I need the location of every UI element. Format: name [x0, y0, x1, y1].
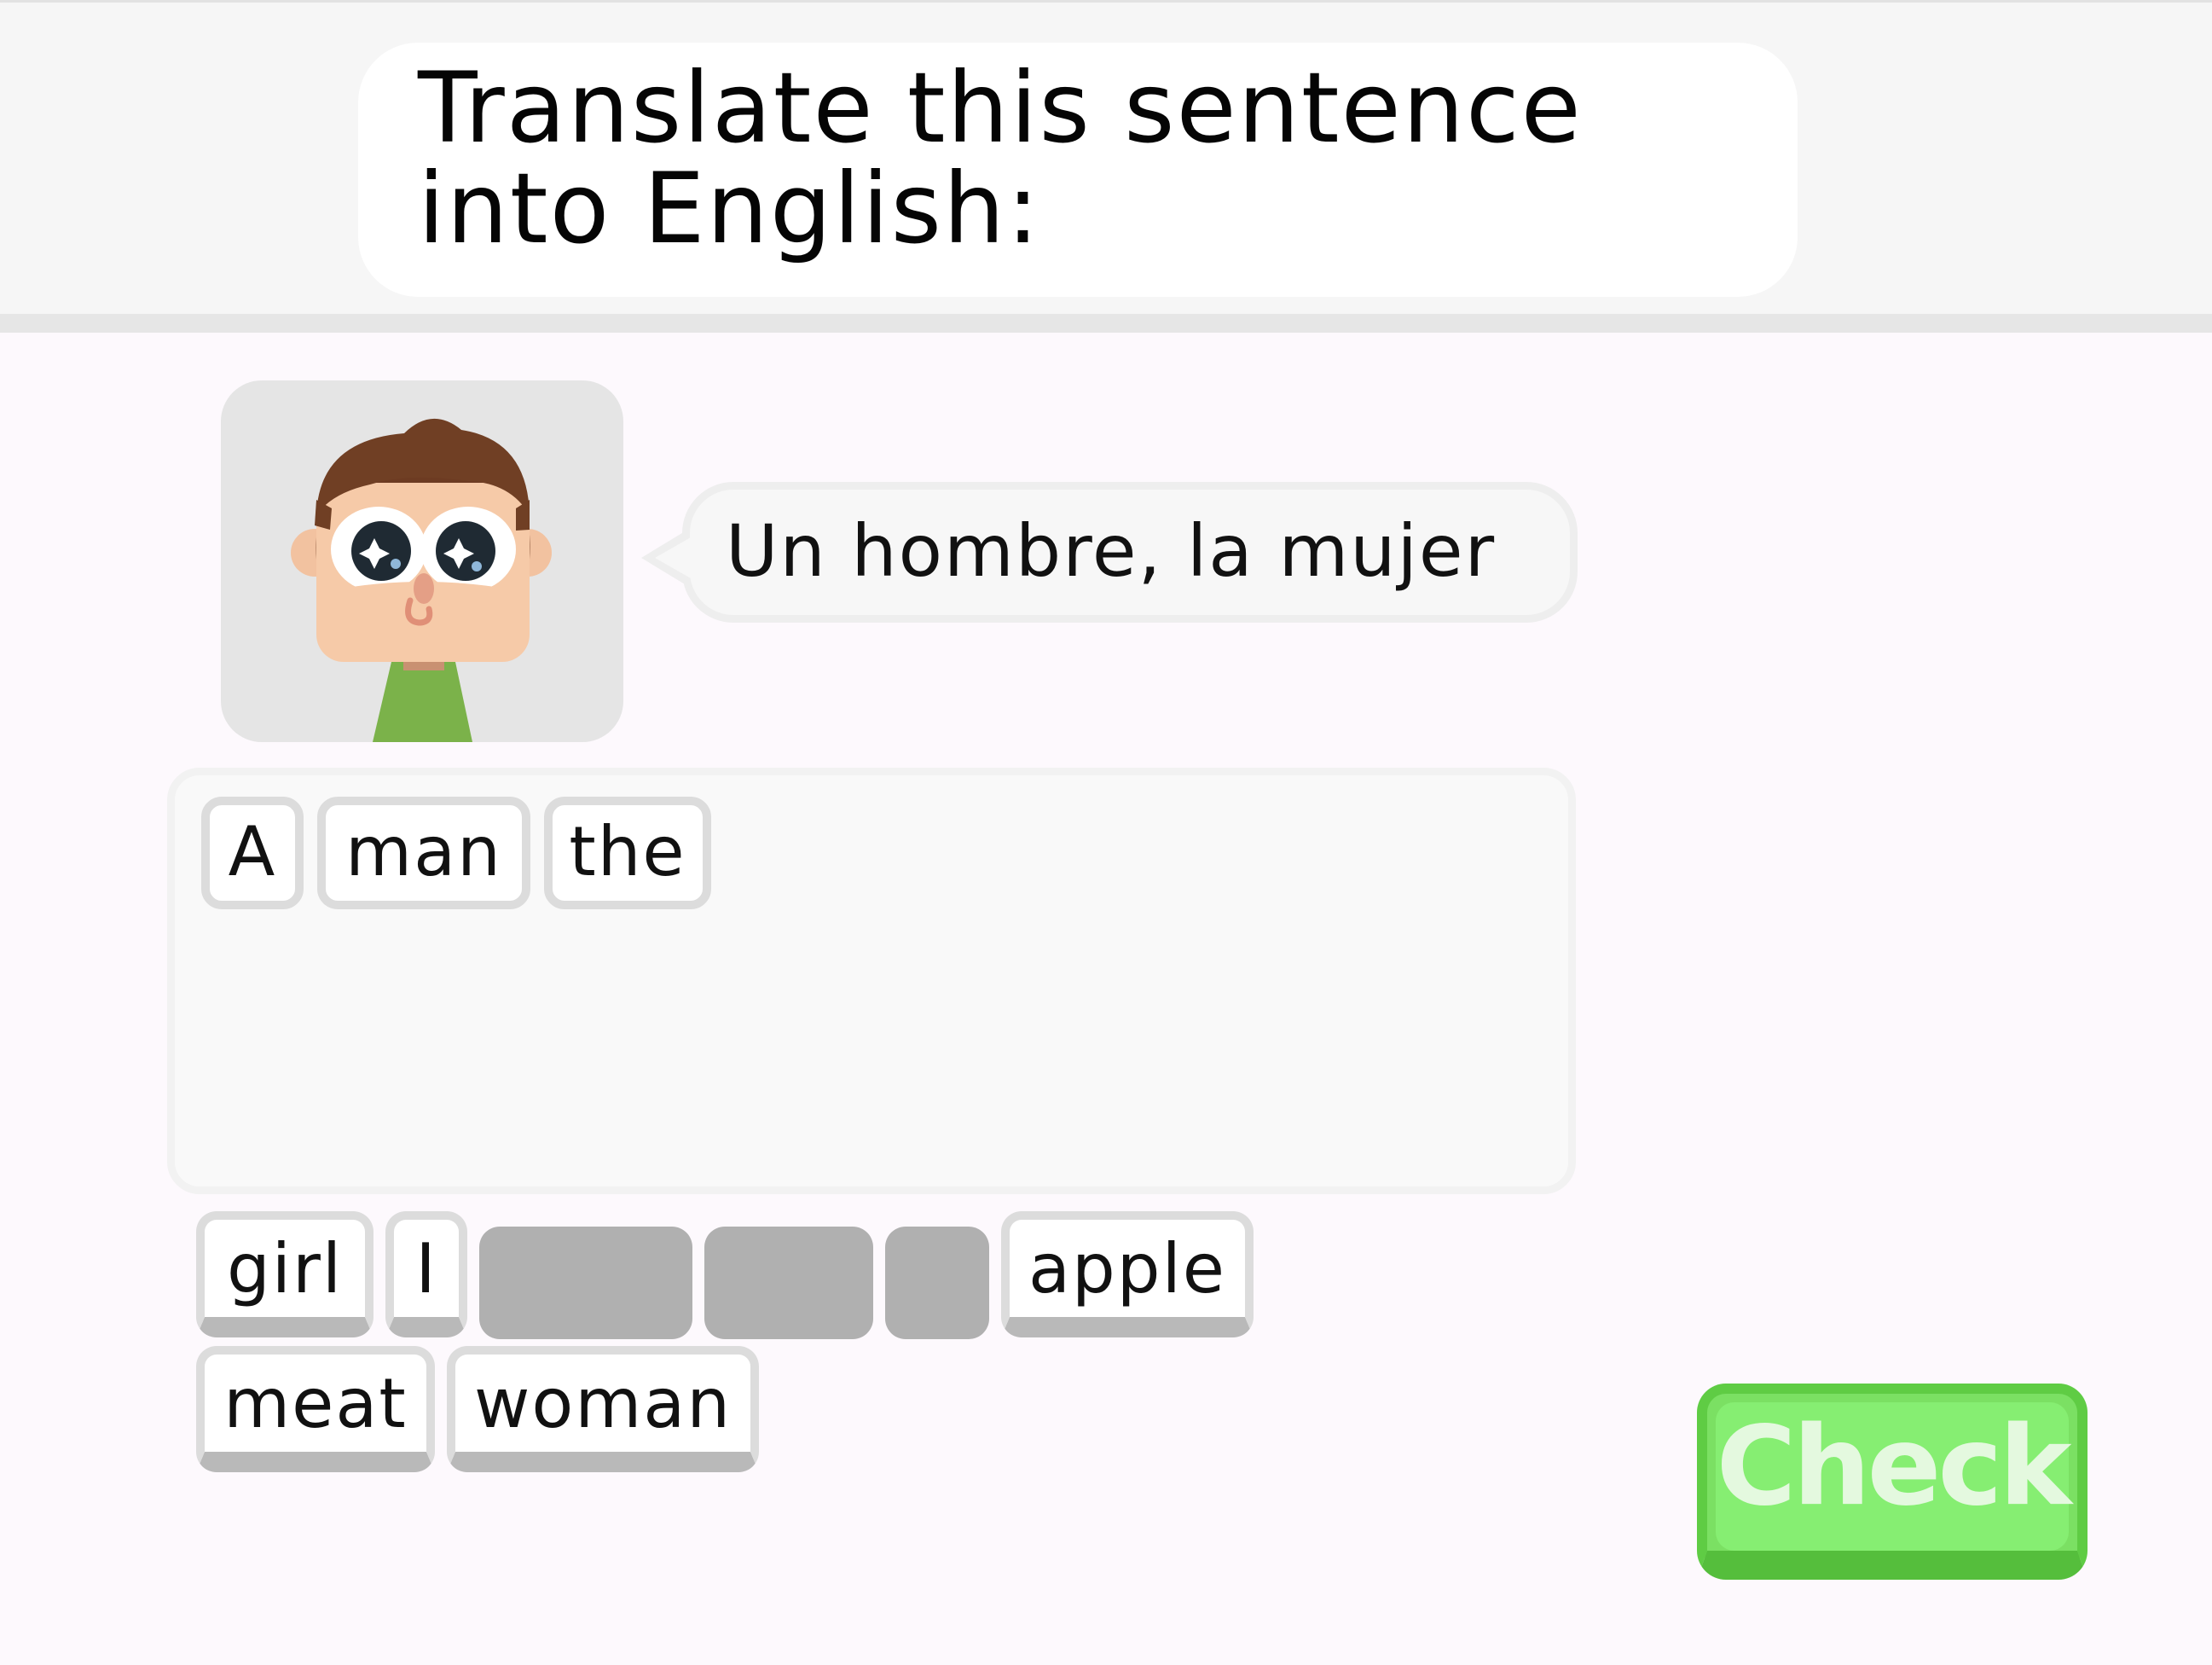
answer-tile[interactable]: the	[544, 797, 711, 909]
used-tile-slot	[704, 1227, 873, 1339]
word-bank-tile[interactable]: meat	[196, 1346, 435, 1472]
speech-bubble: Un hombre, la mujer	[682, 482, 1578, 623]
word-bank-tile[interactable]: I	[385, 1211, 467, 1337]
check-button[interactable]: Check	[1697, 1384, 2088, 1580]
speech-bubble-tail-fill	[655, 537, 691, 578]
word-bank-tile[interactable]: apple	[1001, 1211, 1254, 1337]
used-tile-slot	[479, 1227, 692, 1339]
answer-tile[interactable]: A	[201, 797, 304, 909]
word-bank-tile[interactable]: woman	[447, 1346, 759, 1472]
avatar	[221, 380, 623, 742]
man-character-icon	[291, 418, 552, 742]
word-bank-tile[interactable]: girl	[196, 1211, 373, 1337]
check-button-label: Check	[1716, 1403, 2072, 1530]
prompt-instruction: Translate this sentence into English:	[358, 43, 1798, 297]
used-tile-slot	[885, 1227, 989, 1339]
answer-tile[interactable]: man	[317, 797, 530, 909]
source-sentence: Un hombre, la mujer	[726, 509, 1497, 593]
